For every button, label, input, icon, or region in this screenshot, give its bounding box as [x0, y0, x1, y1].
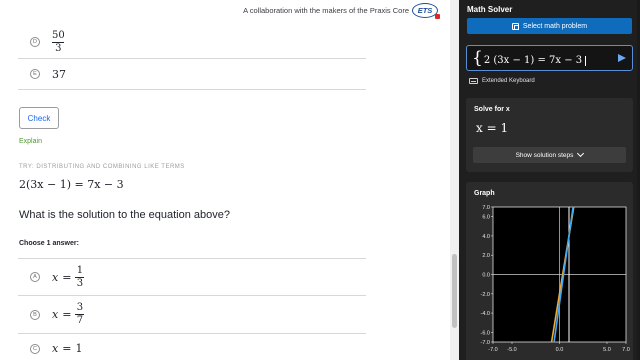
answer-choice-e[interactable]: E 37	[18, 59, 366, 90]
page-scrollbar[interactable]	[450, 0, 459, 360]
solver-title: Math Solver	[467, 5, 513, 14]
extended-keyboard-label: Extended Keyboard	[482, 78, 535, 84]
answer-choice-a[interactable]: A x = 1 3	[18, 258, 366, 295]
problem-equation: 2(3x − 1) = 7x − 3	[19, 178, 124, 191]
math-input-value: {2 (3x − 1) = 7x − 3	[472, 48, 587, 68]
answer-choice-d[interactable]: D 50 3	[18, 26, 366, 59]
check-button[interactable]: Check	[19, 107, 59, 129]
x-tick-label: -7.0	[488, 347, 497, 353]
choice-c-expression: x = 1	[52, 342, 82, 355]
chevron-down-icon	[577, 149, 585, 158]
choice-a-equals: =	[62, 270, 72, 284]
send-icon[interactable]	[618, 54, 626, 62]
collaboration-banner: A collaboration with the makers of the P…	[243, 2, 440, 19]
x-tick-label: -5.0	[507, 347, 516, 353]
y-tick-label: -7.0	[481, 340, 490, 346]
choice-b-numerator: 3	[76, 302, 84, 313]
choice-b-equals: =	[62, 308, 72, 321]
choice-letter-b: B	[30, 309, 40, 320]
x-tick-label: 0.0	[556, 347, 564, 353]
ets-logo: ETS	[412, 2, 440, 19]
choice-c-variable: x	[52, 342, 59, 355]
graph-plot[interactable]: 7.0 6.0 4.0 2.0 0.0 -2.0 -4.0 -6.0 -7.0-7.0 -5.0 0…	[466, 202, 633, 360]
choice-b-denominator: 7	[76, 315, 84, 326]
show-solution-steps-label: Show solution steps	[515, 151, 574, 159]
y-tick-label: 7.0	[482, 205, 490, 211]
graph-card: Graph 7.0 6.0 4.0 2.0 0.0 -2.0 -4.0 -6.0 -7.0 -7.…	[466, 182, 633, 360]
answer-choice-b[interactable]: B x = 3 7	[18, 295, 366, 333]
y-tick-label: -2.0	[481, 292, 490, 298]
choice-letter-c: C	[30, 343, 40, 354]
math-solver-panel: Math Solver Select math problem {2 (3x −…	[459, 0, 640, 360]
choice-a-denominator: 3	[76, 277, 84, 289]
math-input-field[interactable]: {2 (3x − 1) = 7x − 3	[466, 45, 633, 71]
y-tick-label: 6.0	[482, 215, 490, 221]
y-tick-label: -4.0	[481, 311, 490, 317]
x-tick-label: 7.0	[622, 347, 630, 353]
y-tick-label: 0.0	[482, 273, 490, 279]
show-solution-steps-button[interactable]: Show solution steps	[473, 147, 626, 163]
choice-c-equals: =	[62, 342, 72, 355]
choice-c-value: 1	[75, 342, 83, 355]
choice-d-numerator: 50	[52, 29, 65, 41]
choice-b-variable: x	[52, 308, 59, 321]
solve-title: Solve for x	[474, 106, 510, 113]
extended-keyboard-toggle[interactable]: Extended Keyboard	[469, 78, 535, 84]
choice-letter-e: E	[30, 69, 40, 79]
solve-answer: x = 1	[476, 121, 509, 135]
choice-a-fraction: 1 3	[75, 264, 85, 290]
math-input-text: 2 (3x − 1) = 7x − 3	[483, 55, 583, 66]
choice-a-expression: x = 1 3	[52, 264, 85, 290]
graph-title: Graph	[474, 190, 495, 197]
choice-b-expression: x = 3 7	[52, 302, 85, 327]
select-math-problem-button[interactable]: Select math problem	[467, 18, 632, 34]
practice-page: A collaboration with the makers of the P…	[0, 0, 450, 360]
choice-b-fraction: 3 7	[75, 302, 85, 327]
question-text: What is the solution to the equation abo…	[19, 209, 230, 221]
y-tick-label: 4.0	[482, 234, 490, 240]
solve-card: Solve for x x = 1 Show solution steps	[466, 98, 633, 172]
choice-d-fraction: 50 3	[52, 30, 65, 55]
keyboard-icon	[469, 78, 478, 84]
explain-link[interactable]: Explain	[19, 138, 42, 145]
answer-choice-c[interactable]: C x = 1	[18, 333, 366, 360]
exercise-title: TRY: DISTRIBUTING AND COMBINING LIKE TER…	[19, 164, 185, 170]
collaboration-text: A collaboration with the makers of the P…	[243, 5, 409, 15]
choice-letter-a: A	[30, 272, 40, 282]
y-tick-label: 2.0	[482, 253, 490, 259]
choice-e-value: 37	[52, 67, 66, 81]
y-tick-label: -6.0	[481, 330, 490, 336]
page-scrollbar-thumb[interactable]	[452, 254, 457, 328]
select-region-icon	[511, 22, 519, 30]
choice-d-denominator: 3	[55, 42, 62, 54]
select-math-problem-label: Select math problem	[522, 22, 588, 30]
choose-instruction: Choose 1 answer:	[19, 240, 79, 247]
choice-a-variable: x	[52, 270, 59, 284]
choice-a-numerator: 1	[76, 264, 84, 276]
x-tick-label: 5.0	[603, 347, 611, 353]
choice-letter-d: D	[30, 37, 40, 47]
